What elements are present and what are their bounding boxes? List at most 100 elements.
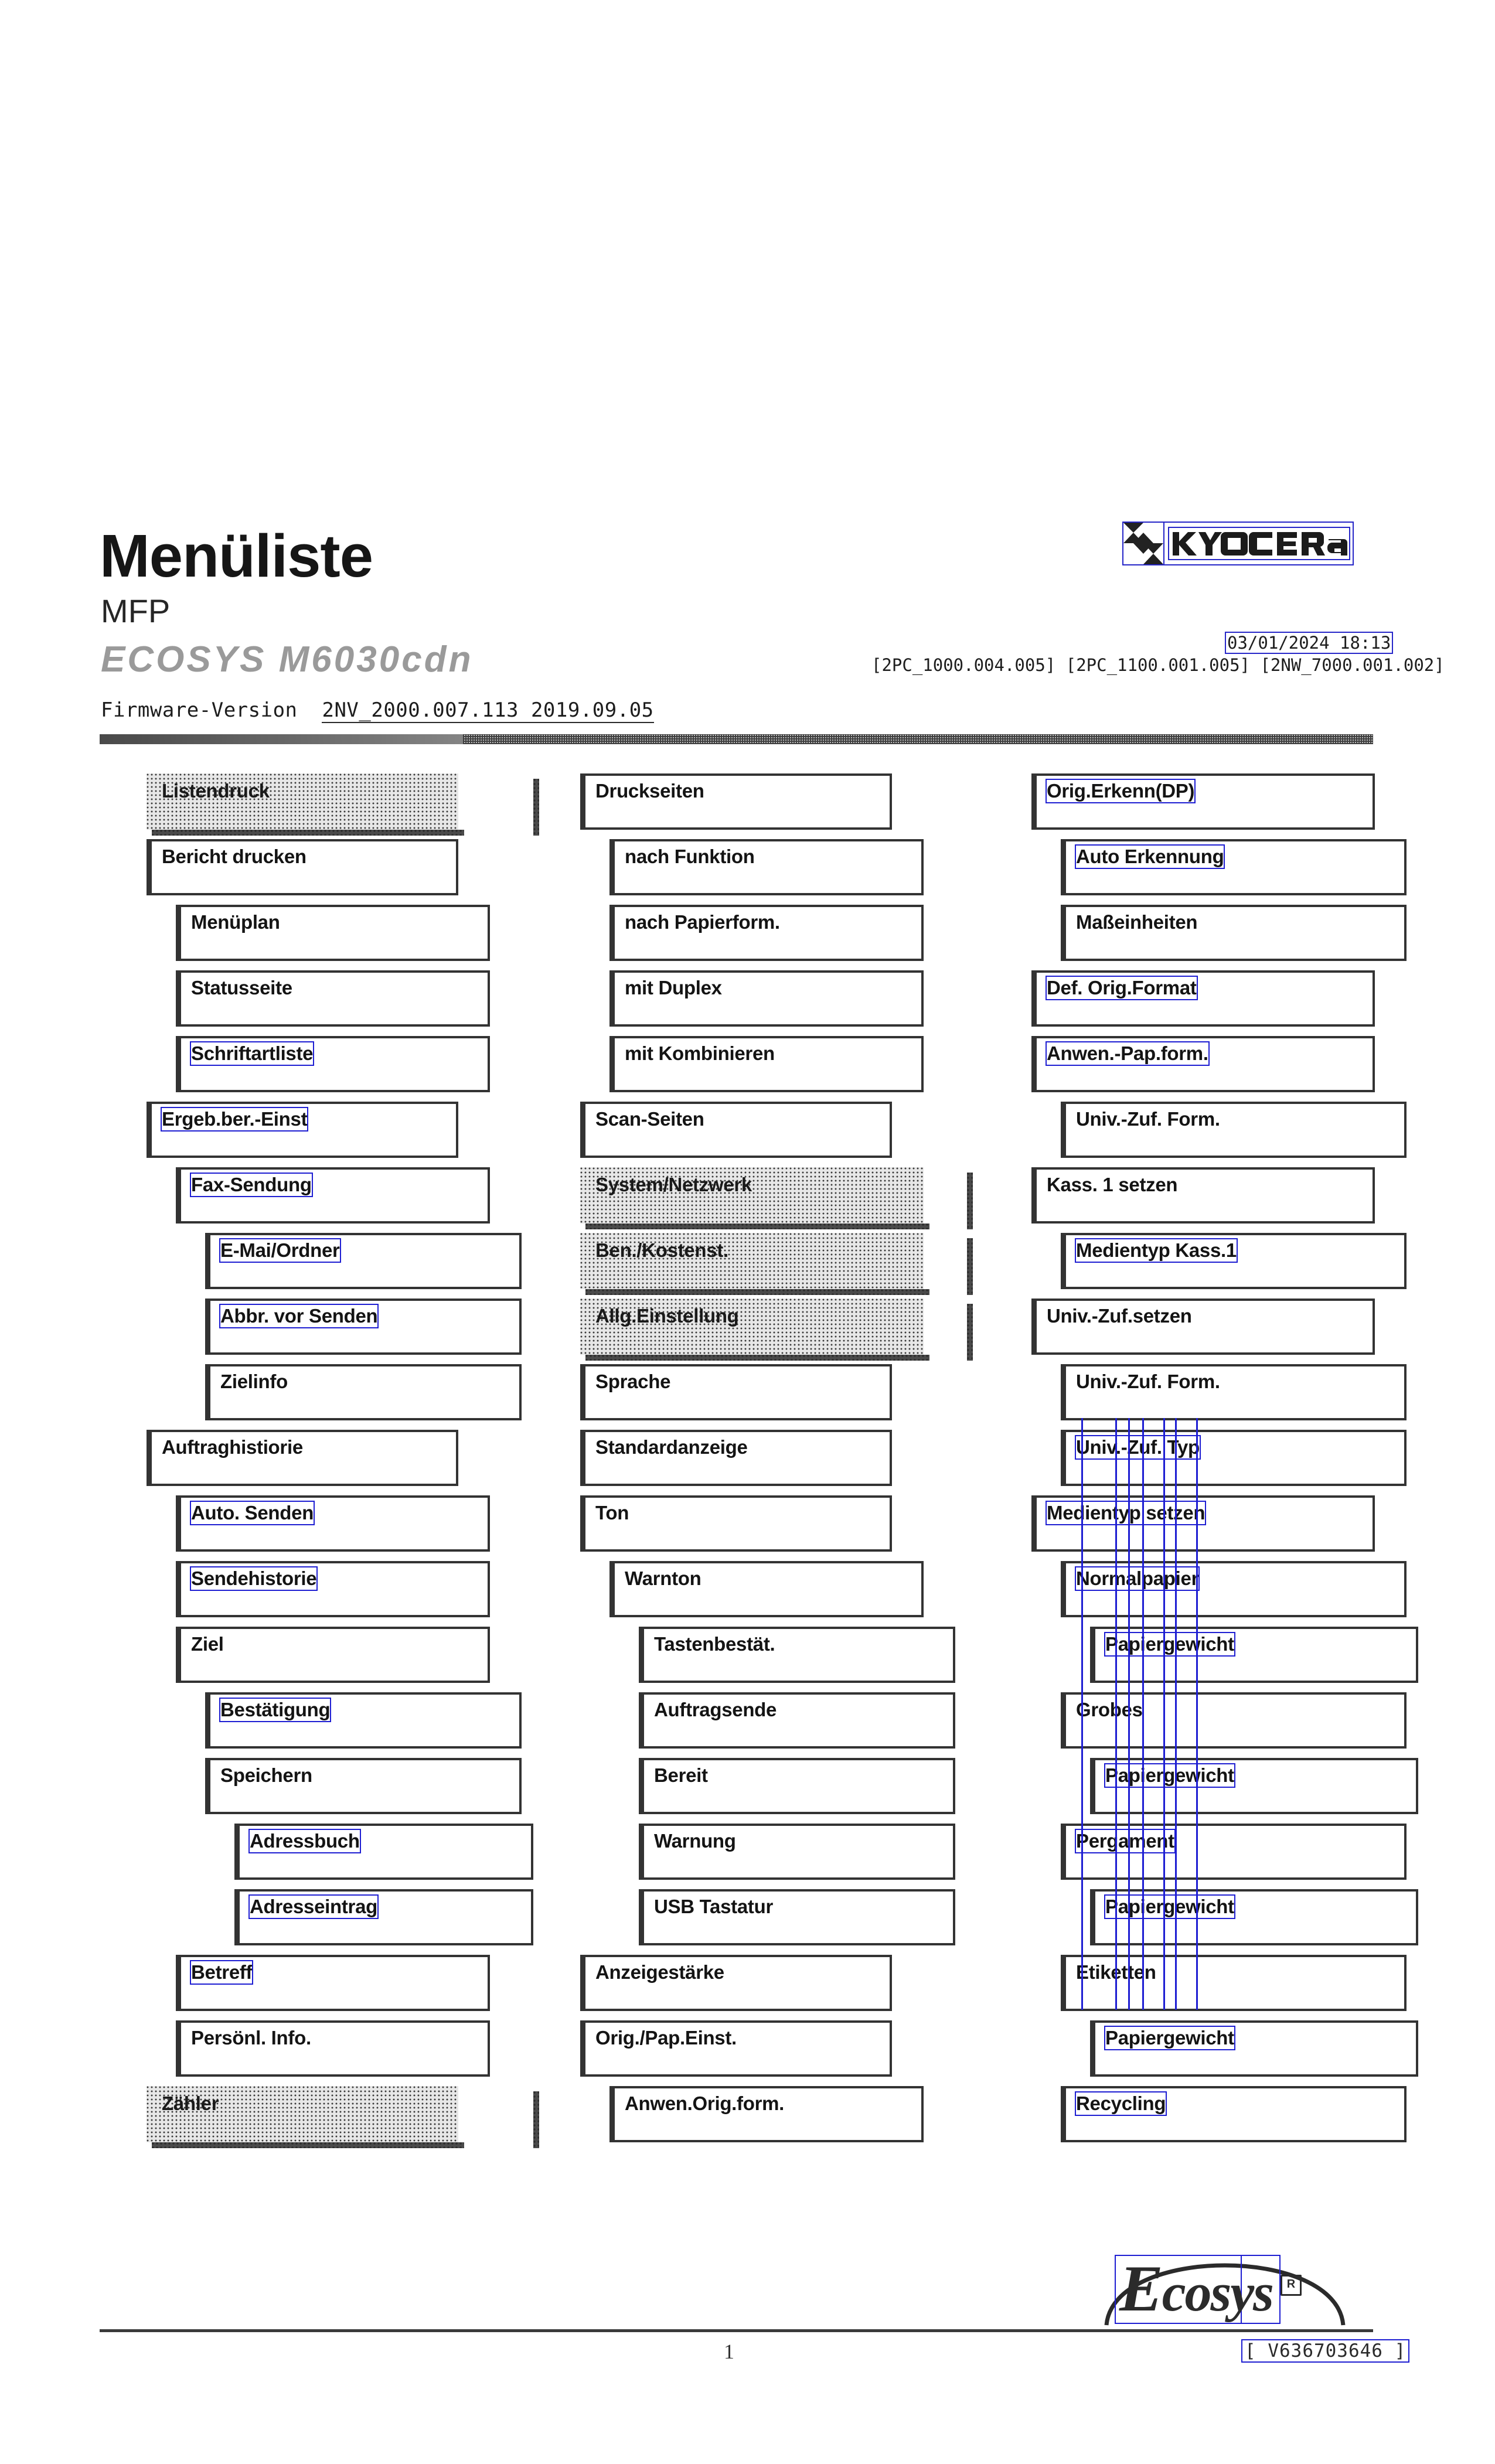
menu-node-label: System/Netzwerk [595, 1174, 752, 1195]
menu-node-label: Allg.Einstellung [595, 1305, 739, 1327]
menu-node-shadow [533, 2091, 539, 2148]
menu-node-label: Papiergewicht [1104, 1632, 1235, 1657]
menu-node-shadow [967, 1238, 973, 1295]
menu-node-label: nach Papierform. [625, 911, 780, 933]
menu-node-label: Orig./Pap.Einst. [595, 2027, 737, 2049]
menu-node: Anwen.-Pap.form. [1031, 1036, 1418, 1092]
menu-node: Sprache [580, 1364, 967, 1420]
menu-node-label: nach Funktion [625, 846, 755, 867]
menu-node-label: Grobes [1076, 1699, 1143, 1720]
page-subtitle: MFP [101, 592, 171, 629]
menu-node: Adresseintrag [147, 1889, 533, 1945]
menu-node: System/Netzwerk [580, 1167, 973, 1229]
page-number: 1 [724, 2340, 734, 2363]
menu-node: Kass. 1 setzen [1031, 1167, 1418, 1224]
menu-node-label: Maßeinheiten [1076, 911, 1198, 933]
menu-node-label: Persönl. Info. [191, 2027, 311, 2049]
menu-list-document: Menüliste MFP ECOSYS M6030cdn Firmware-V… [0, 0, 1495, 2464]
menu-node-label: Sprache [595, 1371, 671, 1392]
menu-node-shadow [967, 1173, 973, 1229]
menu-node-label: Zähler [162, 2092, 219, 2114]
menu-node: Maßeinheiten [1031, 905, 1418, 961]
menu-node-label: Bestätigung [219, 1698, 332, 1722]
menu-node: Pergament [1031, 1824, 1418, 1880]
menu-node-label: Def. Orig.Format [1046, 976, 1198, 1000]
menu-node-shadow [967, 1304, 973, 1361]
menu-node-label: Univ.-Zuf. Typ [1075, 1435, 1201, 1460]
menu-node: Tastenbestät. [580, 1627, 967, 1683]
menu-node: Standardanzeige [580, 1430, 967, 1486]
document-footer: Ecosys R [ V636703646 ] 1 [0, 2227, 1495, 2461]
menu-node-label: Medientyp Kass.1 [1075, 1238, 1238, 1263]
menu-node-label: Normalpapier [1074, 1566, 1200, 1591]
menu-node: Bestätigung [147, 1692, 533, 1749]
menu-node: Allg.Einstellung [580, 1299, 973, 1361]
menu-node: Univ.-Zuf. Form. [1031, 1102, 1418, 1158]
menu-node-label: Adresseintrag [248, 1894, 379, 1919]
menu-node-label: Auftragsende [654, 1699, 777, 1720]
kyocera-logo [1122, 522, 1354, 565]
menu-node: Persönl. Info. [147, 2020, 533, 2077]
menu-node: Univ.-Zuf. Form. [1031, 1364, 1418, 1420]
menu-node-label: Etiketten [1076, 1961, 1156, 1983]
menu-node-label: Anwen.-Pap.form. [1046, 1041, 1210, 1066]
menu-node-label: Ton [595, 1502, 629, 1524]
menu-node-label: Standardanzeige [595, 1436, 748, 1458]
menu-node-label: Auto Erkennung [1074, 844, 1225, 869]
menu-node-label: mit Kombinieren [625, 1042, 775, 1064]
serial-number: [ V636703646 ] [1241, 2339, 1410, 2363]
menu-node-label: Statusseite [191, 977, 292, 998]
menu-node: Medientyp Kass.1 [1031, 1233, 1418, 1289]
menu-node-label: Abbr. vor Senden [219, 1304, 379, 1328]
menu-node: Papiergewicht [1031, 1758, 1418, 1814]
menu-node-shadow [533, 779, 539, 836]
menu-node-label: Speichern [220, 1764, 312, 1786]
menu-node: Ton [580, 1495, 967, 1552]
menu-node: Orig./Pap.Einst. [580, 2020, 967, 2077]
menu-node: mit Duplex [580, 970, 967, 1027]
menu-node-label: Betreff [189, 1960, 254, 1985]
menu-node-label: Papiergewicht [1104, 2026, 1235, 2050]
version-codes: [2PC_1000.004.005] [2PC_1100.001.005] [2… [871, 655, 1445, 675]
menu-node-label: Warnton [625, 1567, 701, 1589]
menu-node-label: Medientyp setzen [1045, 1501, 1207, 1525]
ecosys-logo: Ecosys R [1102, 2238, 1348, 2350]
kyocera-wordmark [1168, 527, 1350, 560]
menu-node-label: mit Duplex [625, 977, 722, 998]
menu-node-label: Anwen.Orig.form. [625, 2092, 785, 2114]
menu-node: Listendruck [147, 773, 539, 836]
menu-node: Normalpapier [1031, 1561, 1418, 1617]
menu-node-label: Bereit [654, 1764, 708, 1786]
menu-node: Warnung [580, 1824, 967, 1880]
menu-node-label: Bericht drucken [162, 846, 307, 867]
menu-node-label: E-Mai/Ordner [219, 1238, 341, 1263]
menu-node: Auftraghistiorie [147, 1430, 533, 1486]
registered-trademark-icon: R [1281, 2275, 1302, 2296]
menu-node-label: Kass. 1 setzen [1047, 1174, 1178, 1195]
menu-node: nach Papierform. [580, 905, 967, 961]
menu-node: Warnton [580, 1561, 967, 1617]
menu-node: mit Kombinieren [580, 1036, 967, 1092]
menu-node-label: Warnung [654, 1830, 736, 1852]
footer-divider [100, 2329, 1373, 2332]
menu-node-label: Ziel [191, 1633, 224, 1655]
menu-node-label: Fax-Sendung [190, 1173, 313, 1197]
menu-node-label: Adressbuch [248, 1829, 361, 1853]
menu-node-label: Listendruck [162, 780, 270, 802]
menu-node: Etiketten [1031, 1955, 1418, 2011]
menu-node: E-Mai/Ordner [147, 1233, 533, 1289]
printer-model: ECOSYS M6030cdn [101, 639, 474, 680]
menu-node: Ziel [147, 1627, 533, 1683]
menu-node-label: Tastenbestät. [654, 1633, 775, 1655]
menu-node-label: Univ.-Zuf. Form. [1076, 1108, 1220, 1130]
menu-node: Abbr. vor Senden [147, 1299, 533, 1355]
ecosys-wordmark-text: cosys [1162, 2262, 1274, 2322]
menu-node: Bericht drucken [147, 839, 533, 895]
menu-node-label: USB Tastatur [654, 1896, 773, 1917]
menu-column-2: Druckseiten nach Funktion nach Papierform.… [580, 773, 973, 2152]
menu-node: Def. Orig.Format [1031, 970, 1418, 1027]
menu-node: Grobes [1031, 1692, 1418, 1749]
menu-column-3: Orig.Erkenn(DP) Auto Erkennung Maßeinheite… [1031, 773, 1418, 2152]
menu-node: Adressbuch [147, 1824, 533, 1880]
menu-node-label: Anzeigestärke [595, 1961, 724, 1983]
